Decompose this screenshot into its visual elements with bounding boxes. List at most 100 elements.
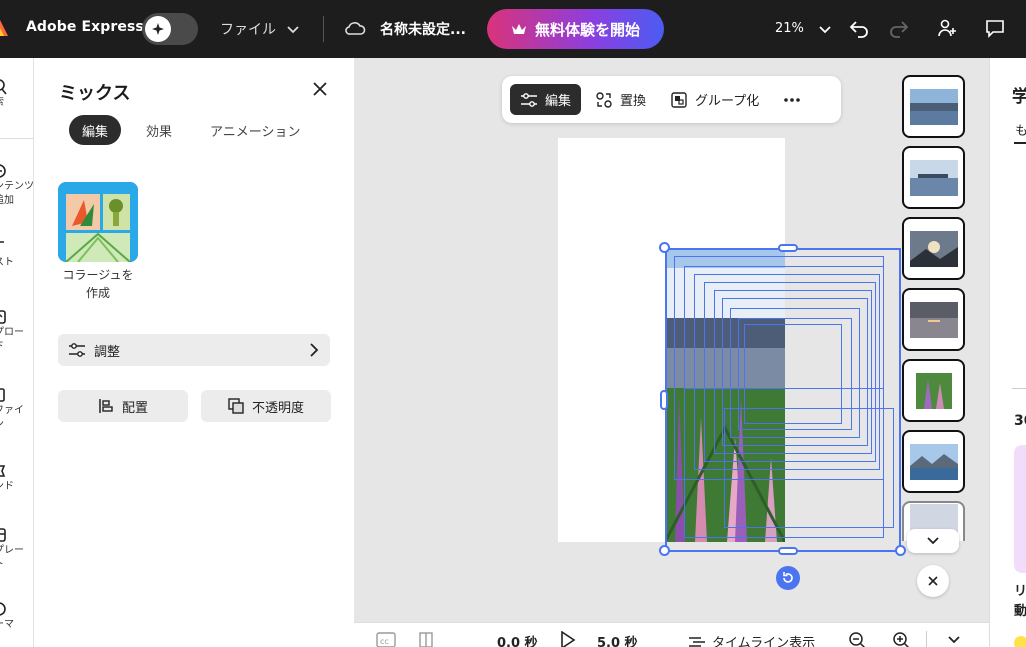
zoom-control[interactable]: 21% (775, 21, 832, 36)
thumbnail-lake-dusk[interactable] (902, 288, 965, 351)
right-panel-tab[interactable]: も (1015, 120, 1026, 139)
sliders-icon (69, 343, 85, 357)
right-panel-badge (1014, 636, 1026, 647)
arrange-button[interactable]: 配置 (58, 390, 188, 422)
zoom-out-icon[interactable] (848, 631, 866, 647)
rail-item-label: ンテンツ 追加 (0, 181, 34, 206)
timeline-view-label: タイムライン表示 (712, 636, 816, 647)
rail-item-label: ーマ (0, 619, 14, 630)
right-panel-divider (1012, 388, 1026, 389)
rail-item-themes[interactable]: ーマ (0, 600, 33, 632)
sparkle-icon (145, 16, 171, 42)
file-menu-label: ファイル (220, 22, 276, 38)
layer-outline (724, 408, 894, 528)
resize-handle-left[interactable] (660, 390, 668, 410)
rotate-handle[interactable] (776, 566, 800, 590)
collage-thumbnail-icon (58, 182, 138, 262)
opacity-button[interactable]: 不透明度 (201, 390, 331, 422)
play-icon[interactable] (560, 631, 576, 647)
resize-handle-top-left[interactable] (659, 242, 670, 253)
document-title[interactable]: 名称未設定... (380, 19, 466, 39)
panel-tabs: 編集 効果 アニメーション (69, 115, 326, 145)
redo-icon[interactable] (888, 17, 910, 39)
rail-item-text[interactable]: スト (0, 238, 33, 270)
right-panel-card[interactable] (1014, 445, 1026, 573)
rail-divider (0, 138, 33, 139)
create-collage-card[interactable] (58, 182, 138, 262)
group-icon (671, 91, 687, 108)
invite-people-icon[interactable] (936, 17, 958, 39)
rail-item-add-content[interactable]: ンテンツ 追加 (0, 162, 34, 208)
brand-icon (0, 465, 6, 477)
sliders-icon (521, 92, 537, 107)
arrange-label: 配置 (121, 400, 148, 416)
timeline-icon (689, 636, 705, 647)
resize-handle-top[interactable] (778, 244, 798, 252)
thumbnail-harbor-boats[interactable] (902, 146, 965, 209)
undo-icon[interactable] (848, 17, 870, 39)
tab-animation[interactable]: アニメーション (197, 115, 313, 145)
create-collage-label[interactable]: コラージュを 作成 (48, 266, 148, 302)
rail-item-files[interactable]: ファイ ン (0, 386, 33, 432)
right-panel: 学 も 30 リ 動 (989, 58, 1026, 647)
search-icon (0, 79, 7, 95)
captions-icon[interactable]: cc (376, 632, 396, 647)
adjust-button[interactable]: 調整 (58, 334, 330, 366)
right-panel-title: 学 (1012, 82, 1026, 107)
theme-icon (0, 602, 6, 616)
total-time: 5.0 秒 (597, 632, 638, 647)
text-icon (0, 241, 4, 243)
upload-icon (0, 310, 6, 324)
zoom-in-icon[interactable] (892, 631, 910, 647)
template-icon (0, 528, 6, 542)
file-icon (0, 388, 5, 402)
resize-handle-bottom-right[interactable] (895, 545, 906, 556)
replace-icon (596, 91, 612, 108)
group-label: グループ化 (695, 94, 760, 109)
thumbnail-alpine-lake[interactable] (902, 430, 965, 493)
tab-edit[interactable]: 編集 (69, 115, 122, 145)
brand-name[interactable]: Adobe Express (26, 19, 144, 35)
rail-item-label: 索 (0, 97, 4, 108)
rail-item-templates[interactable]: プレー ト (0, 526, 33, 572)
thumbnail-city-waterfront[interactable] (902, 75, 965, 138)
comment-icon[interactable] (984, 17, 1006, 39)
thumbnails-close-button[interactable] (917, 565, 949, 597)
chevron-down-icon (927, 537, 939, 545)
thumbnail-sunset-mountain[interactable] (902, 217, 965, 280)
rail-item-search[interactable]: 索 (0, 78, 33, 110)
resize-handle-bottom-left[interactable] (659, 545, 670, 556)
more-options-button[interactable] (773, 84, 811, 115)
adobe-express-logo-icon[interactable] (0, 18, 10, 38)
resize-handle-bottom[interactable] (778, 547, 798, 555)
thumbnail-lupine-flowers[interactable] (902, 359, 965, 422)
magic-toggle[interactable] (142, 13, 198, 45)
chevron-down-icon[interactable] (947, 635, 961, 645)
left-icon-rail: 索 ンテンツ 追加 スト プロー ド ファイ ン ンド プレー ト ーマ (0, 58, 34, 647)
group-button[interactable]: グループ化 (660, 84, 769, 115)
split-icon[interactable] (418, 632, 434, 647)
start-trial-button[interactable]: 無料体験を開始 (487, 9, 664, 49)
panel-title: ミックス (59, 83, 131, 104)
total-time-value: 5.0 秒 (597, 636, 638, 647)
align-icon (99, 399, 113, 413)
rail-item-upload[interactable]: プロー ド (0, 308, 33, 354)
canvas-area: 編集 置換 グループ化 (354, 58, 989, 622)
rail-item-label: プレー ト (0, 545, 24, 570)
thumbnails-scroll-down-button[interactable] (907, 529, 959, 553)
close-icon[interactable] (311, 80, 329, 98)
tab-effects[interactable]: 効果 (133, 115, 185, 145)
timeline-view-button[interactable]: タイムライン表示 (688, 632, 815, 647)
edit-button[interactable]: 編集 (510, 84, 582, 115)
top-bar: Adobe Express ファイル 名称未設定... 無料体験を開始 21% (0, 0, 1026, 58)
current-time-value: 0.0 秒 (497, 636, 538, 647)
edit-panel: ミックス 編集 効果 アニメーション コラージュを 作成 調整 配置 不透明度 (34, 58, 354, 647)
chevron-right-icon (310, 343, 319, 357)
rail-item-brand[interactable]: ンド (0, 462, 33, 494)
edit-label: 編集 (545, 94, 572, 109)
rail-item-label: ンド (0, 481, 14, 492)
file-menu[interactable]: ファイル (220, 19, 300, 39)
rail-item-label: スト (0, 257, 14, 268)
replace-button[interactable]: 置換 (585, 84, 656, 115)
cloud-icon[interactable] (344, 19, 366, 37)
